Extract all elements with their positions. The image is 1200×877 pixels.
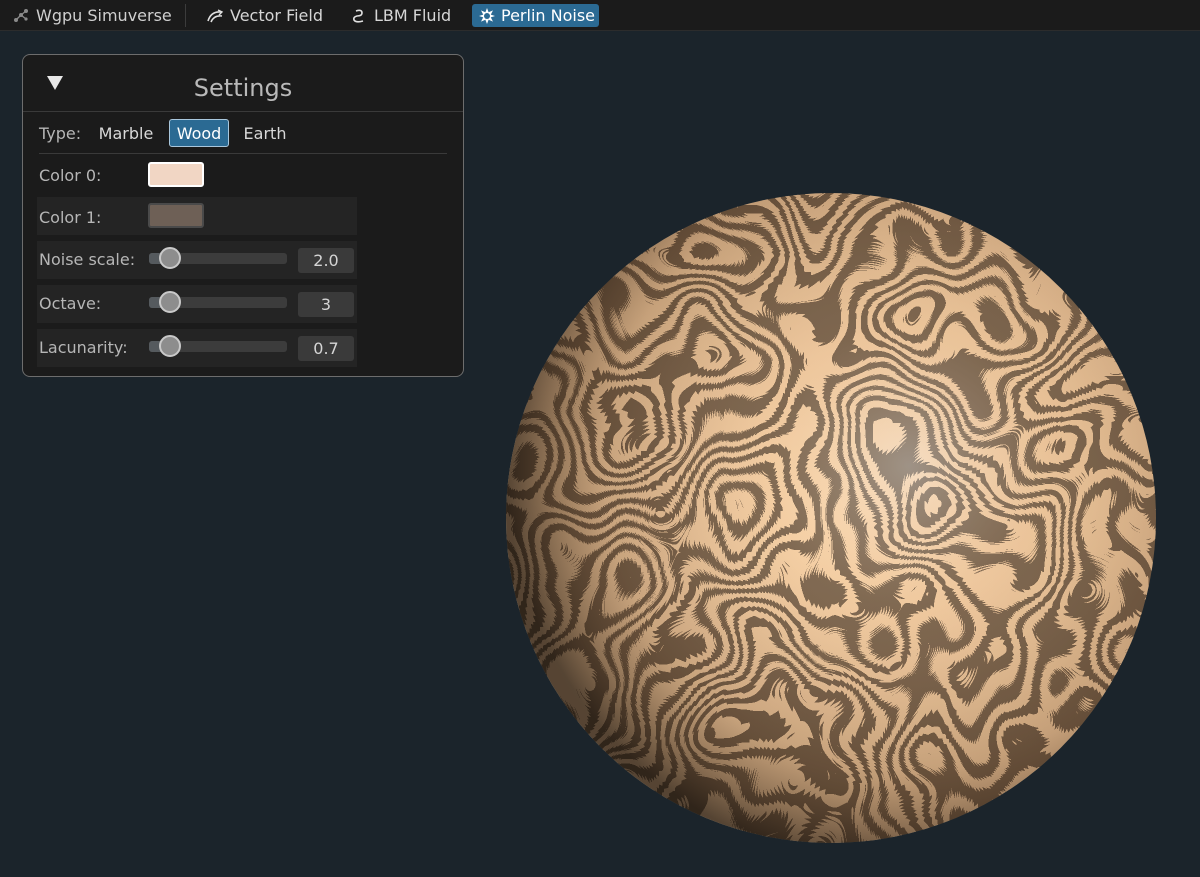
color1-label: Color 1:: [39, 208, 102, 227]
octave-slider[interactable]: [149, 291, 287, 313]
settings-title: Settings: [193, 74, 293, 102]
lacunarity-slider[interactable]: [149, 335, 287, 357]
starburst-icon: [477, 7, 497, 24]
field-lines-icon: [205, 8, 225, 24]
color0-swatch[interactable]: [148, 162, 204, 187]
tab-label: Perlin Noise: [501, 6, 595, 25]
octave-value[interactable]: 3: [298, 292, 354, 317]
type-label: Type:: [39, 124, 82, 143]
settings-panel: Settings Type: Marble Wood Earth Color 0…: [22, 54, 464, 377]
color1-swatch[interactable]: [148, 203, 204, 228]
tab-vector-field[interactable]: Vector Field: [205, 4, 323, 27]
type-option-earth[interactable]: Earth: [237, 119, 293, 147]
lacunarity-label: Lacunarity:: [39, 338, 128, 357]
type-option-wood[interactable]: Wood: [169, 119, 229, 147]
divider: [39, 153, 447, 154]
noise-scale-slider[interactable]: [149, 247, 287, 269]
top-tab-bar: Wgpu Simuverse Vector Field LBM Fluid Pe…: [0, 0, 1200, 31]
settings-header[interactable]: Settings: [23, 55, 463, 112]
lacunarity-value[interactable]: 0.7: [298, 336, 354, 361]
slider-knob[interactable]: [158, 291, 181, 313]
tab-lbm-fluid[interactable]: LBM Fluid: [349, 4, 451, 27]
swirl-icon: [349, 8, 369, 24]
tab-wgpu-simuverse[interactable]: Wgpu Simuverse: [11, 4, 172, 27]
octave-label: Octave:: [39, 294, 102, 313]
tab-label: Wgpu Simuverse: [36, 6, 172, 25]
slider-knob[interactable]: [158, 247, 181, 269]
slider-knob[interactable]: [158, 335, 181, 357]
wood-textured-sphere[interactable]: [505, 192, 1157, 844]
type-option-marble[interactable]: Marble: [93, 119, 159, 147]
noise-scale-value[interactable]: 2.0: [298, 248, 354, 273]
tab-separator: [185, 4, 186, 27]
noise-scale-label: Noise scale:: [39, 250, 136, 269]
tab-label: Vector Field: [230, 6, 323, 25]
tab-label: LBM Fluid: [374, 6, 452, 25]
color0-label: Color 0:: [39, 166, 102, 185]
tab-perlin-noise[interactable]: Perlin Noise: [472, 4, 599, 27]
molecule-icon: [11, 8, 31, 24]
